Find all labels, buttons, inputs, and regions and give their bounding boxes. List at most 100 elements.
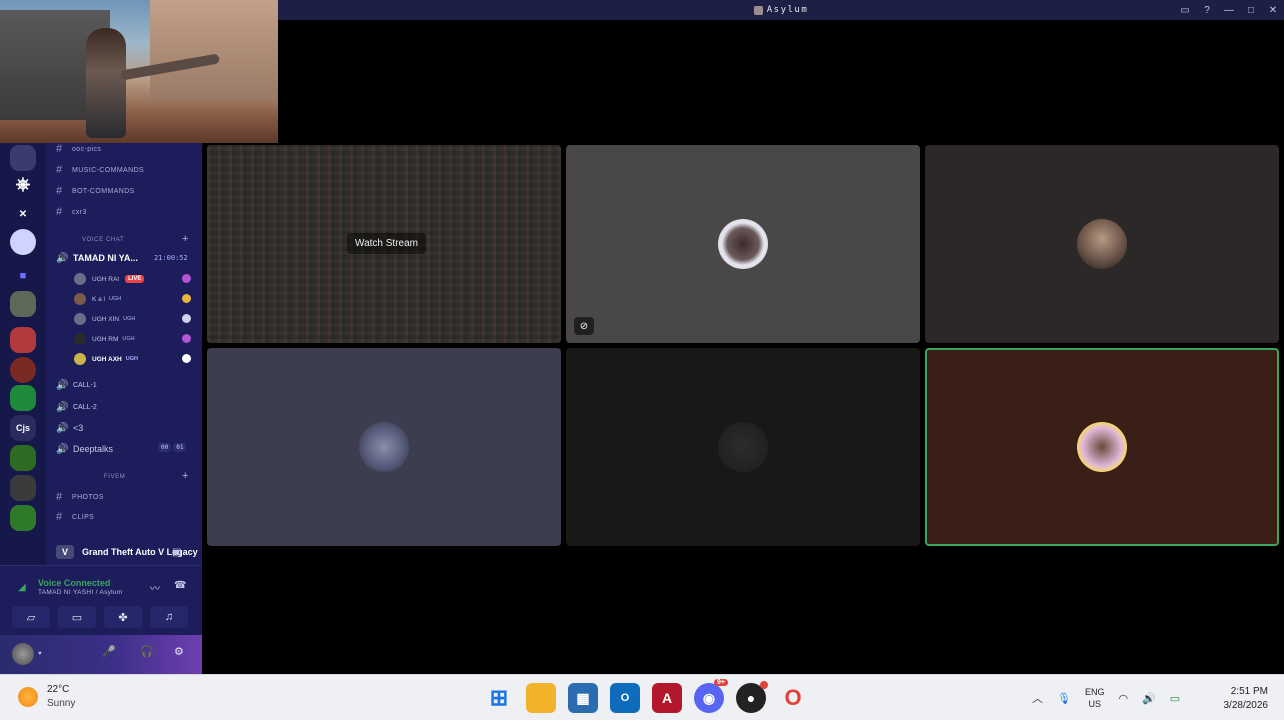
voice-counter: 00 01 bbox=[158, 443, 187, 452]
signal-icon: ◢ bbox=[18, 582, 26, 593]
screen-share-button[interactable]: ▭ bbox=[58, 606, 96, 628]
participant-tile[interactable] bbox=[925, 145, 1279, 343]
battery-icon[interactable]: ▭ bbox=[1170, 692, 1180, 705]
heart-server-icon[interactable] bbox=[10, 229, 36, 255]
help-icon[interactable]: ? bbox=[1196, 0, 1218, 20]
language-code: ENG bbox=[1084, 687, 1105, 697]
hash-icon: # bbox=[56, 206, 63, 218]
server-icon[interactable] bbox=[10, 445, 36, 471]
clock-time: 2:51 PM bbox=[1230, 686, 1268, 697]
text-channel[interactable]: # MUSIC-COMMANDS bbox=[56, 161, 144, 179]
maximize-button[interactable]: □ bbox=[1240, 0, 1262, 20]
activity-status[interactable]: V Grand Theft Auto V Legacy ▣ bbox=[46, 539, 202, 565]
chevron-up-icon[interactable]: ︿ bbox=[1032, 690, 1043, 706]
voice-channel[interactable]: 🔊 CALL-2 bbox=[56, 398, 97, 416]
chat-bubble-icon bbox=[182, 354, 191, 363]
avatar bbox=[74, 273, 86, 285]
participant-tile[interactable] bbox=[207, 348, 561, 546]
server-icon[interactable] bbox=[10, 505, 36, 531]
stream-tile[interactable]: Watch Stream bbox=[207, 145, 561, 343]
camera-off-button[interactable]: ▱ bbox=[12, 606, 50, 628]
text-channel[interactable]: # cxr3 bbox=[56, 203, 87, 221]
server-icon[interactable] bbox=[10, 291, 36, 317]
avatar[interactable] bbox=[12, 643, 34, 665]
text-channel[interactable]: # BOT-COMMANDS bbox=[56, 182, 135, 200]
microphone-icon[interactable]: 🎤 bbox=[102, 645, 116, 658]
activity-icon bbox=[182, 334, 191, 343]
start-button[interactable]: ⊞ bbox=[484, 683, 514, 713]
windows-taskbar: 22°C Sunny ⊞ ▦ O A ◉ 9+ ● O ︿ 🎙 ENG US ◠ … bbox=[0, 674, 1284, 720]
voice-member[interactable]: UGH AXH UGH bbox=[74, 351, 138, 367]
file-explorer-icon[interactable] bbox=[526, 683, 556, 713]
gear-icon[interactable]: ⚙ bbox=[174, 645, 184, 658]
voice-channel[interactable]: 🔊 <3 bbox=[56, 419, 83, 437]
participant-tile[interactable]: ⊘ bbox=[566, 145, 920, 343]
activity-icon bbox=[182, 274, 191, 283]
folder-icon[interactable]: ■ bbox=[10, 263, 36, 289]
obs-icon[interactable]: ● bbox=[736, 681, 768, 713]
language-indicator[interactable]: ENG US bbox=[1085, 686, 1105, 710]
headphones-icon[interactable]: 🎧 bbox=[140, 645, 154, 658]
weather-widget[interactable]: 22°C Sunny bbox=[18, 683, 75, 711]
voice-actions: ▱ ▭ ✤ ♫ bbox=[12, 606, 188, 628]
server-icon[interactable]: Cjs bbox=[10, 415, 36, 441]
voice-status: Voice Connected bbox=[38, 578, 111, 588]
speaker-icon: 🔊 bbox=[56, 443, 69, 455]
temperature: 22°C bbox=[47, 684, 70, 695]
hash-icon: # bbox=[56, 143, 63, 155]
server-icon[interactable] bbox=[10, 357, 36, 383]
minimize-button[interactable]: — bbox=[1218, 0, 1240, 20]
close-button[interactable]: ✕ bbox=[1262, 0, 1284, 20]
adobe-icon[interactable]: A bbox=[652, 683, 682, 713]
server-icon[interactable] bbox=[10, 327, 36, 353]
participant-tile-speaking[interactable] bbox=[925, 348, 1279, 546]
voice-channel-name: CALL-2 bbox=[73, 403, 97, 411]
server-icon[interactable] bbox=[10, 475, 36, 501]
store-icon[interactable]: ▦ bbox=[568, 683, 598, 713]
taskbar-apps: ⊞ ▦ O A ◉ 9+ ● O bbox=[484, 679, 808, 713]
hash-icon: # bbox=[56, 491, 63, 503]
add-channel-icon[interactable]: + bbox=[182, 470, 188, 482]
opera-icon[interactable]: O bbox=[778, 683, 808, 713]
participant-avatar bbox=[359, 422, 409, 472]
clock[interactable]: 2:51 PM 3/28/2026 bbox=[1224, 685, 1269, 713]
participant-tile[interactable] bbox=[566, 348, 920, 546]
server-icon[interactable] bbox=[10, 145, 36, 171]
soundboard-button[interactable]: ♫ bbox=[150, 606, 188, 628]
discord-icon[interactable]: ◉ 9+ bbox=[694, 679, 728, 713]
noise-suppression-icon[interactable]: 〰 bbox=[150, 580, 160, 595]
participant-avatar bbox=[718, 219, 768, 269]
activity-icon bbox=[182, 294, 191, 303]
voice-location[interactable]: TAMAD NI YASHI / Asylum bbox=[38, 589, 123, 596]
volume-icon[interactable]: 🔊 bbox=[1142, 692, 1156, 705]
crossed-icon[interactable]: ✕ bbox=[10, 201, 36, 227]
text-channel[interactable]: # CLIPS bbox=[56, 508, 94, 526]
watch-stream-button[interactable]: Watch Stream bbox=[347, 233, 426, 254]
category-voice-chat[interactable]: VOICE CHAT bbox=[82, 234, 124, 246]
disconnect-icon[interactable]: ☎ bbox=[174, 580, 186, 591]
sun-icon bbox=[18, 687, 38, 707]
window-title: Asylum bbox=[278, 0, 1284, 20]
screen-share-icon[interactable]: ▣ bbox=[172, 547, 181, 558]
voice-member[interactable]: UGH RAI LIVE bbox=[74, 271, 145, 287]
wifi-icon[interactable]: ◠ bbox=[1118, 692, 1128, 705]
text-channel[interactable]: # ooc-pics bbox=[56, 140, 101, 158]
voice-member[interactable]: UGH XIN UGH bbox=[74, 311, 135, 327]
voice-member[interactable]: UGH RM UGH bbox=[74, 331, 135, 347]
category-fivem[interactable]: FIVEM bbox=[104, 471, 125, 483]
activities-button[interactable]: ✤ bbox=[104, 606, 142, 628]
voice-channel[interactable]: 🔊 Deeptalks bbox=[56, 440, 113, 458]
window-title-text: Asylum bbox=[766, 5, 809, 15]
voice-channel[interactable]: 🔊 CALL-1 bbox=[56, 376, 97, 394]
microphone-tray-icon[interactable]: 🎙 bbox=[1057, 692, 1071, 705]
outlook-icon[interactable]: O bbox=[610, 683, 640, 713]
text-channel[interactable]: # PHOTOS bbox=[56, 488, 104, 506]
region-code: US bbox=[1088, 699, 1101, 709]
voice-channel-active[interactable]: 🔊 TAMAD NI YA... bbox=[56, 249, 138, 267]
inbox-icon[interactable]: ▭ bbox=[1174, 0, 1196, 20]
channel-name: MUSIC-COMMANDS bbox=[72, 166, 145, 174]
add-channel-icon[interactable]: + bbox=[182, 233, 188, 245]
steering-wheel-icon[interactable]: ⎈ bbox=[10, 171, 36, 197]
voice-member[interactable]: K a l UGH bbox=[74, 291, 121, 307]
server-icon[interactable] bbox=[10, 385, 36, 411]
